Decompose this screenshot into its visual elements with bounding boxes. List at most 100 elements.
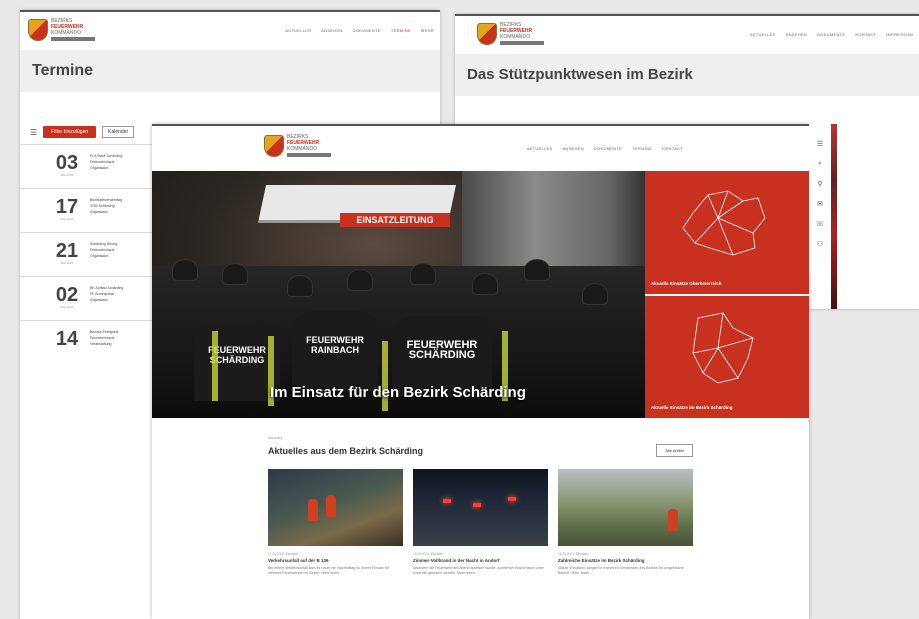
nav-item[interactable]: IMPRESSUM — [886, 32, 913, 37]
crest-icon — [477, 22, 497, 45]
site-logo[interactable]: BEZIRKS FEUERWEHR KOMMANDO — [264, 134, 331, 157]
nav-item[interactable]: ANSEHEN — [786, 32, 807, 37]
event-day: 17 — [55, 196, 79, 218]
site-header: BEZIRKS FEUERWEHR KOMMANDO AKTUELLES ANS… — [20, 12, 440, 50]
news-photo — [413, 469, 548, 546]
event-month: Mai 2024 — [60, 305, 74, 309]
main-nav: AKTUELLES ANSEHEN DOKUMENTE TERMINE KONT… — [527, 146, 683, 151]
nav-item[interactable]: DOKUMENTE — [817, 32, 845, 37]
event-organizer: Veranstaltung — [90, 342, 112, 346]
emergency-light — [473, 503, 481, 507]
helmet — [472, 273, 498, 295]
emergency-light — [443, 499, 451, 503]
mail-icon[interactable]: ✉ — [817, 200, 823, 208]
site-header: BEZIRKS FEUERWEHR KOMMANDO AKTUELLES ANS… — [455, 16, 919, 54]
einsaetze-bezirk-panel[interactable]: Aktuelle Einsätze im Bezirk Schärding — [645, 296, 809, 418]
news-card[interactable]: 15.05.2024, Einsätze Zahlreiche Einsätze… — [558, 469, 693, 576]
jacket-text: FEUERWEHR RAINBACH — [306, 335, 364, 355]
upper-austria-map-icon — [682, 190, 766, 256]
nav-item-active[interactable]: TERMINE — [391, 28, 411, 33]
main-nav: AKTUELLES ANSEHEN DOKUMENTE TERMINE MEHR — [285, 28, 434, 33]
nav-item[interactable]: DOKUMENTE — [353, 28, 381, 33]
news-excerpt: Starke Windböen sorgten in mehreren Geme… — [558, 566, 684, 576]
nav-item[interactable]: AKTUELLES — [285, 28, 311, 33]
location-icon[interactable]: ⚲ — [817, 180, 822, 188]
nav-item[interactable]: ANSEHEN — [321, 28, 342, 33]
reflective-stripe — [212, 331, 218, 401]
einsaetze-ooe-panel[interactable]: Aktuelle Einsätze Oberösterreich — [645, 171, 809, 294]
list-item[interactable]: 02 Mai 2024 BK Aufbau Schärding FF Brunnen… — [20, 276, 160, 320]
event-day: 03 — [55, 152, 79, 174]
nav-item[interactable]: KONTAKT — [662, 146, 683, 151]
user-icon[interactable]: ⚇ — [817, 240, 823, 248]
event-day: 02 — [55, 284, 79, 306]
list-item[interactable]: 03 Mai 2024 FLA Stadt Schärding Feuerwehrh… — [20, 144, 160, 188]
list-item[interactable]: 14 Bezirks-Festspiele Feuerwehrhaus Verans… — [20, 320, 160, 364]
helmet — [524, 259, 550, 281]
site-logo[interactable]: BEZIRKS FEUERWEHR KOMMANDO — [477, 22, 544, 45]
news-title[interactable]: Verkehrsunfall auf der B 136 — [268, 558, 403, 564]
news-date: 15.05.2024, Einsätze — [558, 552, 588, 556]
crest-icon — [28, 18, 48, 41]
logo-line3: KOMMANDO — [287, 146, 317, 152]
nav-item[interactable]: KONTAKT — [855, 32, 876, 37]
panel-label: Aktuelle Einsätze im Bezirk Schärding — [651, 405, 733, 410]
event-month: Mai 2024 — [60, 173, 74, 177]
news-title[interactable]: Zahlreiche Einsätze im Bezirk Schärding — [558, 558, 693, 564]
logo-bar — [287, 153, 331, 157]
calendar-button[interactable]: Kalender — [102, 126, 135, 138]
side-rail: ☰ ⌕ ⚲ ✉ ☏ ⚇ — [809, 124, 831, 274]
helmet — [347, 269, 373, 291]
menu-icon[interactable]: ☰ — [817, 140, 823, 148]
tent-label: EINSATZLEITUNG — [340, 213, 450, 227]
nav-item[interactable]: DOKUMENTE — [594, 146, 622, 151]
nav-item[interactable]: AKTUELLES — [750, 32, 776, 37]
nav-item[interactable]: MEHR — [421, 28, 434, 33]
news-photo — [268, 469, 403, 546]
emergency-light — [508, 497, 516, 501]
helmet — [222, 263, 248, 285]
firefighter-figure — [308, 499, 318, 521]
news-excerpt: Nachdem die Feuerwehr am Abend alarmiert… — [413, 566, 544, 576]
nav-item[interactable]: TERMINE — [632, 146, 652, 151]
event-list: ☰ Filter hinzufügen Kalender 03 Mai 2024 … — [20, 120, 160, 364]
section-title: Aktuelles aus dem Bezirk Schärding — [268, 445, 424, 456]
news-date: 17.05.2024, Einsätze — [268, 552, 298, 556]
list-item[interactable]: 21 Mai 2024 Schärding Übung Feuerwehrhaus O… — [20, 232, 160, 276]
firefighter-figure — [668, 509, 678, 531]
news-card[interactable]: 16.05.2024, Einsätze Zimmer-Vollbrand in… — [413, 469, 548, 576]
all-articles-button[interactable]: Alle Artikel — [656, 444, 693, 457]
helmet — [287, 275, 313, 297]
nav-item[interactable]: AKTUELLES — [527, 146, 553, 151]
event-month: Mai 2024 — [60, 217, 74, 221]
event-organizer: Organisator — [90, 298, 109, 302]
helmet — [410, 263, 436, 285]
hero-headline: Im Einsatz für den Bezirk Schärding — [270, 384, 526, 401]
event-organizer: Organisator — [90, 166, 109, 170]
news-photo — [558, 469, 693, 546]
crest-icon — [264, 134, 284, 157]
event-day: 21 — [55, 240, 79, 262]
background-photo-strip — [831, 124, 837, 309]
panel-label: Aktuelle Einsätze Oberösterreich — [651, 281, 722, 286]
main-nav: AKTUELLES ANSEHEN DOKUMENTE KONTAKT IMPR… — [750, 32, 913, 37]
hero-image: EINSATZLEITUNG FEUERWEHR SCHÄRDING FEUER… — [152, 171, 645, 418]
logo-line3: KOMMANDO — [51, 30, 81, 36]
page-title: Termine — [20, 50, 440, 92]
menu-icon[interactable]: ☰ — [30, 128, 37, 137]
filter-button[interactable]: Filter hinzufügen — [43, 126, 97, 138]
list-item[interactable]: 17 Mai 2024 Bezirksfeuerwehrtag 4780 Schär… — [20, 188, 160, 232]
news-card[interactable]: 17.05.2024, Einsätze Verkehrsunfall auf … — [268, 469, 403, 576]
nav-item[interactable]: ANSEHEN — [562, 146, 583, 151]
event-toolbar: ☰ Filter hinzufügen Kalender — [20, 120, 160, 144]
news-title[interactable]: Zimmer-Vollbrand in der Nacht in Andorf — [413, 558, 548, 564]
phone-icon[interactable]: ☏ — [816, 220, 825, 228]
logo-line3: KOMMANDO — [500, 34, 530, 40]
search-icon[interactable]: ⌕ — [818, 160, 822, 168]
news-section: Aktuelles Aktuelles aus dem Bezirk Schär… — [268, 436, 693, 576]
site-logo[interactable]: BEZIRKS FEUERWEHR KOMMANDO — [28, 18, 95, 41]
news-cards: 17.05.2024, Einsätze Verkehrsunfall auf … — [268, 469, 693, 576]
event-month: Mai 2024 — [60, 261, 74, 265]
logo-bar — [500, 41, 544, 45]
homepage-window: BEZIRKS FEUERWEHR KOMMANDO AKTUELLES ANS… — [152, 124, 809, 619]
